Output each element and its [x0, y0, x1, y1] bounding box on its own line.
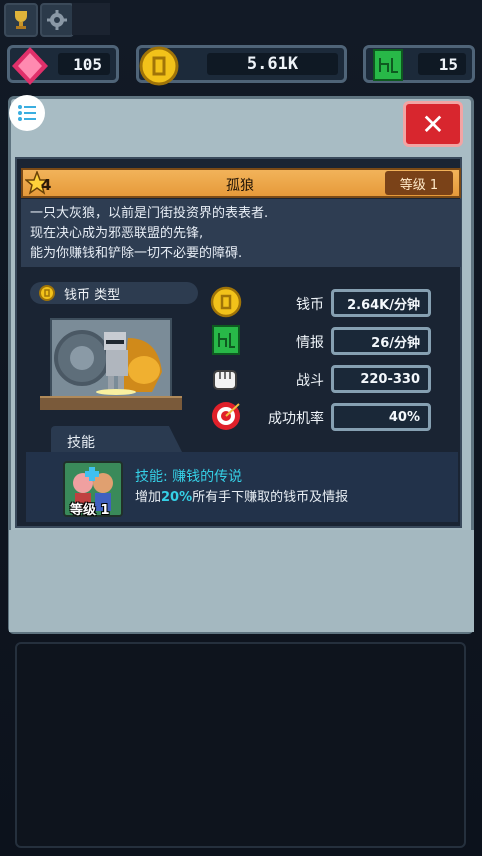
type-label: 钱币 类型: [64, 287, 121, 303]
list-icon: [18, 105, 36, 121]
stat-value-success: 40%: [331, 403, 431, 431]
skill-name: 技能: 赚钱的传说: [135, 469, 243, 485]
stat-label-coins: 钱币: [296, 297, 324, 313]
gear-icon: [47, 10, 67, 30]
stat-value-intel: 26/分钟: [331, 327, 431, 355]
level-badge: 等级 1: [385, 171, 453, 195]
skill-level: 等级 1: [70, 503, 110, 518]
coin-icon: [39, 285, 55, 301]
trophy-icon: [15, 11, 27, 29]
description: 一只大灰狼，以前是门街投资界的表表者. 现在决心成为邪恶联盟的先锋, 能为你赚钱…: [21, 199, 461, 267]
stat-label-success: 成功机率: [268, 411, 324, 427]
intel-value: 15: [418, 53, 466, 75]
gems-value: 105: [58, 53, 110, 75]
coins-counter[interactable]: 5.61K: [136, 45, 347, 86]
stat-value-coins: 2.64K/分钟: [331, 289, 431, 317]
stat-label-combat: 战斗: [296, 373, 324, 389]
panel-lower: [9, 530, 474, 632]
skill-description: 增加20%所有手下赚取的钱币及情报: [135, 490, 349, 505]
description-line: 现在决心成为邪恶联盟的先锋,: [30, 226, 204, 241]
menu-button[interactable]: [9, 95, 45, 131]
description-line: 能为你赚钱和铲除一切不必要的障碍.: [30, 246, 243, 261]
close-icon: ✕: [421, 107, 445, 141]
intel-icon: [373, 49, 403, 81]
trophy-button[interactable]: [4, 3, 38, 37]
portrait-shelf: [40, 396, 182, 410]
description-line: 一只大灰狼，以前是门街投资界的表表者.: [30, 206, 269, 221]
coin-icon: [139, 46, 179, 86]
type-pill: 钱币 类型: [30, 282, 198, 304]
coins-value: 5.61K: [207, 53, 338, 75]
gems-counter[interactable]: 105: [7, 45, 119, 85]
settings-button[interactable]: [40, 3, 74, 37]
top-strip: [72, 3, 110, 35]
character-name: 孤狼: [226, 178, 254, 194]
wolf-vault-image: [52, 320, 170, 396]
stat-label-intel: 情报: [296, 335, 324, 351]
intel-counter[interactable]: 15: [363, 45, 475, 83]
bottom-frame: [15, 642, 466, 848]
skill-tab-label: 技能: [67, 435, 95, 451]
character-portrait: [50, 318, 172, 398]
gem-icon: [12, 47, 48, 85]
stat-value-combat: 220-330: [331, 365, 431, 393]
star-level: 4: [41, 176, 52, 194]
close-button[interactable]: ✕: [403, 101, 463, 147]
